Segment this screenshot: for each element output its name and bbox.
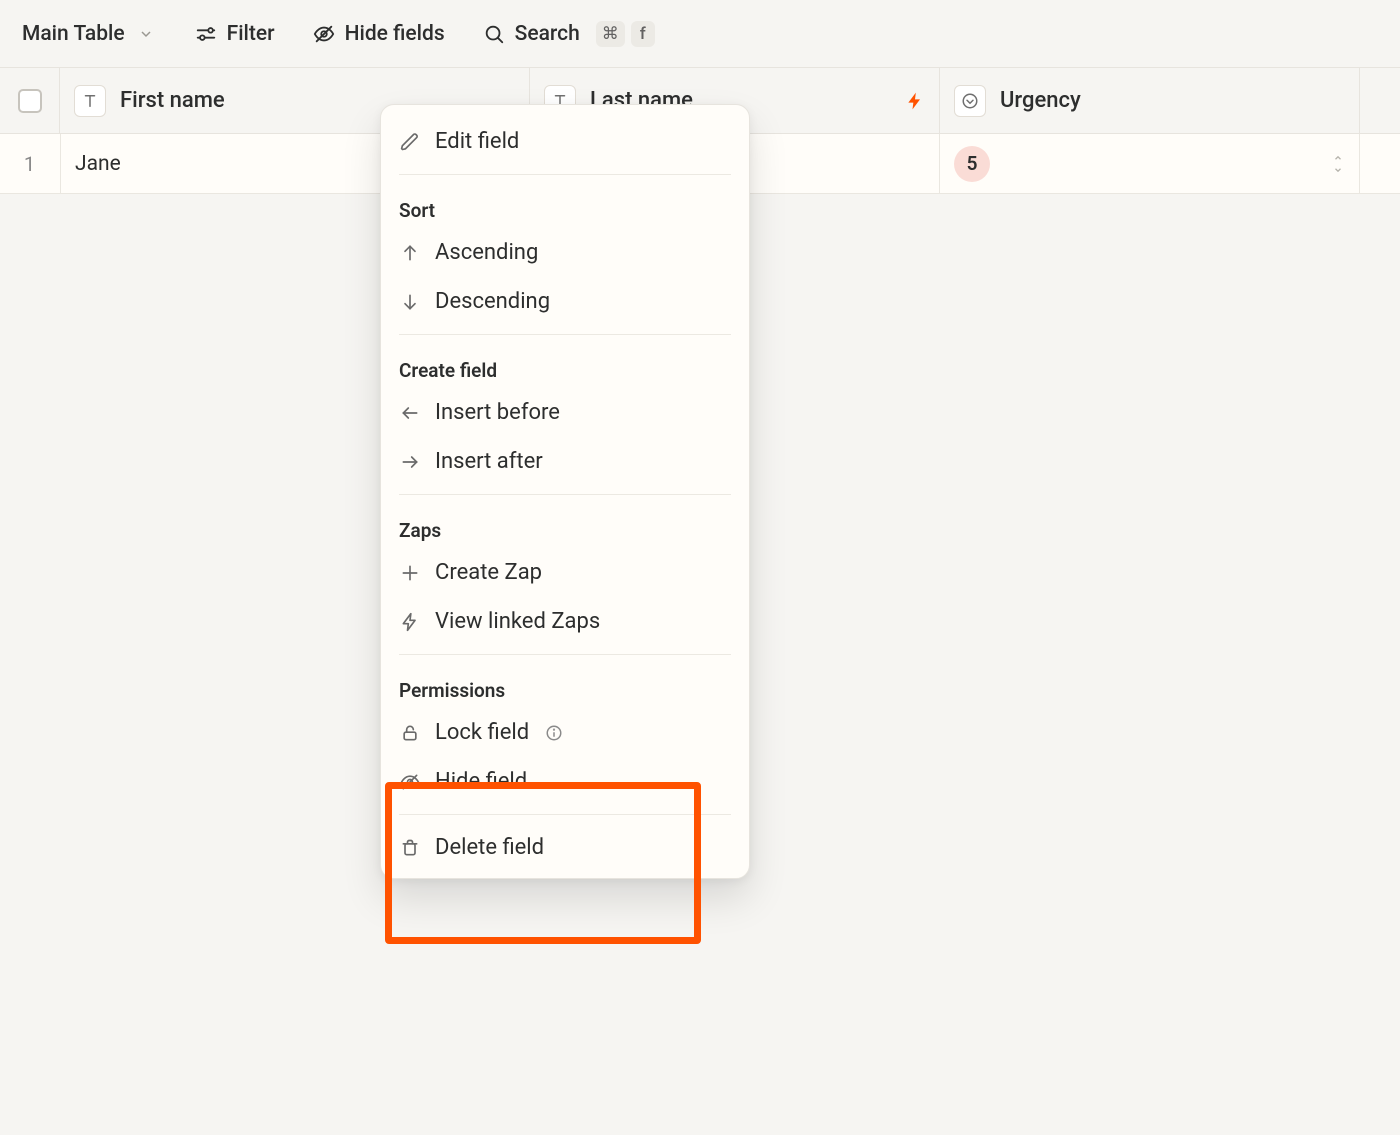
menu-view-linked-zaps[interactable]: View linked Zaps [381,597,749,646]
stepper[interactable] [1331,153,1345,175]
eye-off-icon [399,771,421,793]
menu-label: Hide field [435,769,527,794]
info-icon [545,724,563,742]
menu-label: Descending [435,289,550,314]
hide-fields-label: Hide fields [345,22,445,46]
menu-sort-descending[interactable]: Descending [381,277,749,326]
cell-urgency[interactable]: 5 [940,134,1360,193]
menu-heading-permissions: Permissions [381,663,749,708]
lock-icon [399,722,421,744]
column-header-urgency[interactable]: Urgency [940,68,1360,133]
hide-fields-button[interactable]: Hide fields [309,16,449,52]
pencil-icon [399,131,421,153]
urgency-badge: 5 [954,146,990,182]
chevron-up-icon [1331,153,1345,163]
menu-label: Edit field [435,129,519,154]
kbd-cmd: ⌘ [596,21,625,47]
menu-heading-zaps: Zaps [381,503,749,548]
column-label: Urgency [1000,88,1081,113]
plus-icon [399,562,421,584]
menu-heading-create-field: Create field [381,343,749,388]
menu-divider [399,174,731,175]
column-label: First name [120,88,225,113]
select-all-cell[interactable] [0,68,60,133]
view-selector[interactable]: Main Table [18,16,161,52]
text-type-icon [74,85,106,117]
menu-label: Create Zap [435,560,542,585]
search-label: Search [515,22,580,46]
menu-lock-field[interactable]: Lock field [381,708,749,757]
menu-create-zap[interactable]: Create Zap [381,548,749,597]
menu-sort-ascending[interactable]: Ascending [381,228,749,277]
filter-button[interactable]: Filter [191,16,279,52]
eye-off-icon [313,23,335,45]
toolbar: Main Table Filter Hide fields Search ⌘ f [0,0,1400,68]
menu-label: Delete field [435,835,544,860]
arrow-down-icon [399,291,421,313]
checkbox-icon [18,89,42,113]
search-icon [483,23,505,45]
menu-insert-after[interactable]: Insert after [381,437,749,486]
chevron-down-icon [1331,165,1345,175]
field-context-menu: Edit field Sort Ascending Descending Cre… [380,104,750,879]
cell-value: Jane [75,152,121,176]
menu-insert-before[interactable]: Insert before [381,388,749,437]
menu-divider [399,654,731,655]
menu-label: View linked Zaps [435,609,600,634]
zap-outline-icon [399,611,421,633]
search-shortcut: ⌘ f [596,21,655,47]
menu-edit-field[interactable]: Edit field [381,117,749,166]
menu-label: Lock field [435,720,529,745]
filter-icon [195,23,217,45]
menu-divider [399,814,731,815]
menu-hide-field[interactable]: Hide field [381,757,749,806]
menu-heading-sort: Sort [381,183,749,228]
row-index[interactable]: 1 [0,134,60,193]
trash-icon [399,837,421,859]
kbd-f: f [631,21,655,47]
menu-delete-field[interactable]: Delete field [381,823,749,872]
select-type-icon [954,85,986,117]
chevron-down-icon [135,23,157,45]
filter-label: Filter [227,22,275,46]
menu-divider [399,334,731,335]
view-name-label: Main Table [22,22,125,46]
menu-label: Insert after [435,449,543,474]
menu-label: Ascending [435,240,538,265]
zap-icon [905,91,925,111]
search-button[interactable]: Search ⌘ f [479,15,659,53]
menu-divider [399,494,731,495]
arrow-left-icon [399,402,421,424]
arrow-right-icon [399,451,421,473]
arrow-up-icon [399,242,421,264]
menu-label: Insert before [435,400,560,425]
